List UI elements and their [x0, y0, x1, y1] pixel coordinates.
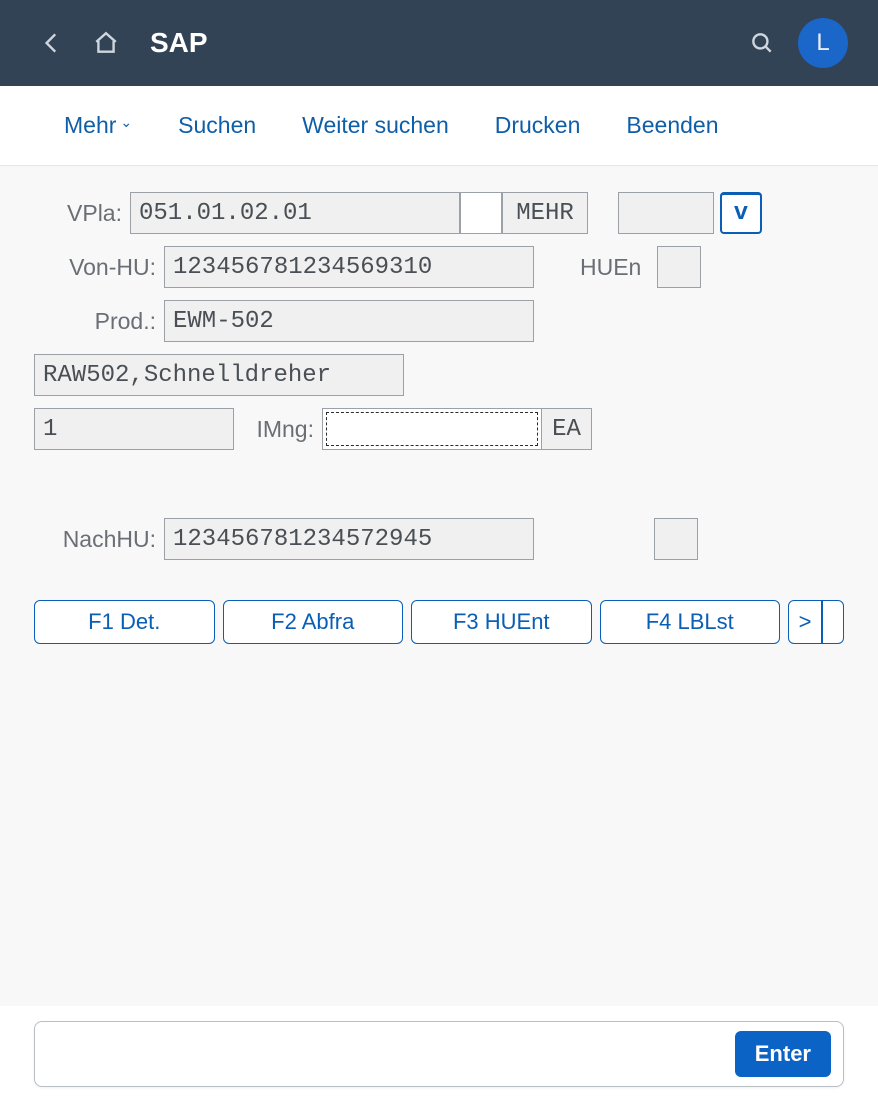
content-area: VPla: 051.01.02.01 MEHR v Von-HU: 123456… [0, 166, 878, 1006]
app-title: SAP [150, 27, 208, 59]
uom-field: EA [542, 408, 592, 450]
huen-label: HUEn [580, 254, 657, 281]
menu-mehr[interactable]: Mehr⌄ [64, 112, 132, 139]
qty-field[interactable]: 1 [34, 408, 234, 450]
row-vonhu: Von-HU: 123456781234569310 HUEn [34, 246, 844, 288]
f3-button[interactable]: F3 HUEnt [411, 600, 592, 644]
f4-button[interactable]: F4 LBLst [600, 600, 781, 644]
toolbar: Mehr⌄ Suchen Weiter suchen Drucken Beend… [0, 86, 878, 166]
menu-weiter-suchen[interactable]: Weiter suchen [302, 112, 449, 139]
menu-drucken[interactable]: Drucken [495, 112, 581, 139]
back-icon[interactable] [30, 21, 74, 65]
imng-focus-indicator [326, 412, 538, 446]
f2-button[interactable]: F2 Abfra [223, 600, 404, 644]
footer-bar: Enter [34, 1021, 844, 1087]
app-header: SAP L [0, 0, 878, 86]
menu-mehr-label: Mehr [64, 112, 116, 139]
vpla-extra-box[interactable] [460, 192, 502, 234]
prod-field[interactable]: EWM-502 [164, 300, 534, 342]
mehr-tag: MEHR [502, 192, 588, 234]
fkey-bar: F1 Det. F2 Abfra F3 HUEnt F4 LBLst > [34, 600, 844, 644]
vonhu-field[interactable]: 123456781234569310 [164, 246, 534, 288]
row-vpla: VPla: 051.01.02.01 MEHR v [34, 192, 844, 234]
enter-button[interactable]: Enter [735, 1031, 831, 1077]
imng-label: IMng: [234, 416, 322, 443]
menu-beenden[interactable]: Beenden [626, 112, 718, 139]
vonhu-label: Von-HU: [34, 254, 164, 281]
fkey-more-blank [822, 600, 844, 644]
row-nachhu: NachHU: 123456781234572945 [34, 518, 844, 560]
home-icon[interactable] [84, 21, 128, 65]
search-icon[interactable] [740, 21, 784, 65]
huen-box[interactable] [657, 246, 701, 288]
v-button[interactable]: v [720, 192, 762, 234]
nachhu-label: NachHU: [34, 526, 164, 553]
user-avatar[interactable]: L [798, 18, 848, 68]
imng-input[interactable] [322, 408, 542, 450]
menu-suchen[interactable]: Suchen [178, 112, 256, 139]
fkey-more[interactable]: > [788, 600, 844, 644]
nachhu-field[interactable]: 123456781234572945 [164, 518, 534, 560]
row-prod: Prod.: EWM-502 [34, 300, 844, 342]
fkey-more-arrow: > [788, 600, 822, 644]
prod-label: Prod.: [34, 308, 164, 335]
chevron-down-icon: ⌄ [120, 114, 132, 131]
row-desc: RAW502,Schnelldreher [34, 354, 844, 396]
vpla-label: VPla: [34, 200, 130, 227]
row-qty: 1 IMng: EA [34, 408, 844, 450]
desc-field[interactable]: RAW502,Schnelldreher [34, 354, 404, 396]
vpla-field[interactable]: 051.01.02.01 [130, 192, 460, 234]
f1-button[interactable]: F1 Det. [34, 600, 215, 644]
footer: Enter [0, 1006, 878, 1102]
avatar-initial: L [816, 29, 829, 57]
vpla-blank-field[interactable] [618, 192, 714, 234]
nachhu-box[interactable] [654, 518, 698, 560]
